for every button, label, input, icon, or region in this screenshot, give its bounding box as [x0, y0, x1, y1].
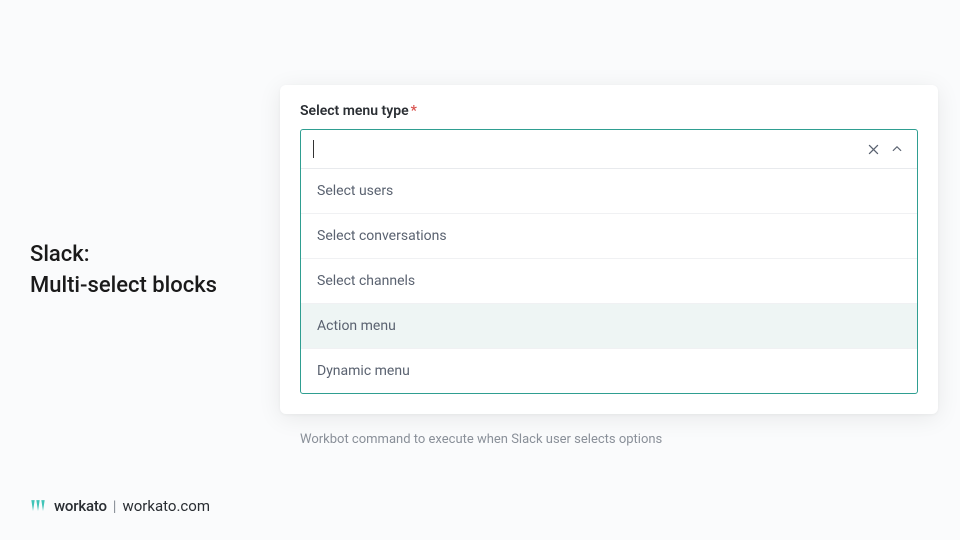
footer-divider: | [113, 497, 117, 515]
slide-title: Slack: Multi-select blocks [30, 240, 217, 302]
field-label: Select menu type* [300, 103, 918, 119]
slide-title-line2: Multi-select blocks [30, 271, 217, 302]
option-select-channels[interactable]: Select channels [301, 259, 917, 304]
brand-domain: workato.com [122, 497, 210, 515]
option-dynamic-menu[interactable]: Dynamic menu [301, 349, 917, 393]
option-action-menu[interactable]: Action menu [301, 304, 917, 349]
combobox-options: Select users Select conversations Select… [301, 168, 917, 393]
text-cursor [313, 140, 314, 158]
field-label-text: Select menu type [300, 103, 409, 119]
field-hint: Workbot command to execute when Slack us… [300, 432, 662, 447]
select-menu-type-panel: Select menu type* Select users Select co… [280, 85, 938, 414]
caret-up-icon[interactable] [889, 141, 905, 157]
menu-type-input[interactable] [322, 141, 857, 158]
brand-name: workato [54, 497, 107, 515]
footer: workato | workato.com [28, 496, 210, 516]
workato-logo-icon [28, 496, 48, 516]
slide-title-line1: Slack: [30, 240, 217, 271]
menu-type-combobox[interactable]: Select users Select conversations Select… [300, 129, 918, 394]
option-select-users[interactable]: Select users [301, 169, 917, 214]
option-select-conversations[interactable]: Select conversations [301, 214, 917, 259]
clear-icon[interactable] [865, 141, 881, 157]
combobox-input-row [301, 130, 917, 168]
required-indicator: * [411, 103, 417, 119]
